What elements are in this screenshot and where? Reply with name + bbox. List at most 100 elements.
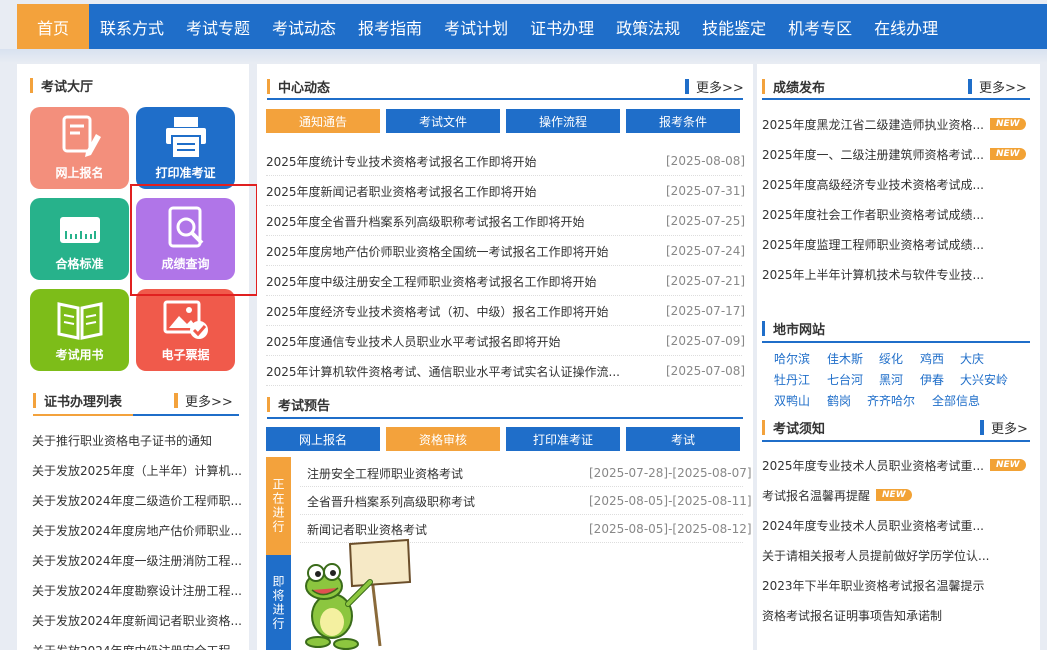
tab-print-ticket[interactable]: 打印准考证 <box>506 427 620 451</box>
cities-title-text: 地市网站 <box>773 322 826 338</box>
city-link[interactable]: 黑河 <box>879 371 903 388</box>
scores-more-link[interactable]: 更多>> <box>968 77 1027 96</box>
tile-print-ticket[interactable]: 打印准考证 <box>136 107 235 189</box>
news-list-item[interactable]: 2025年度全省晋升档案系列高级职称考试报名工作即将开始 <box>266 211 656 231</box>
score-list-item-text: 2025年度高级经济专业技术资格考试成... <box>762 177 984 192</box>
tile-e-invoice[interactable]: 电子票据 <box>136 289 235 371</box>
tile-exam-books[interactable]: 考试用书 <box>30 289 129 371</box>
news-more-link[interactable]: 更多>> <box>685 77 744 96</box>
notice-list-item[interactable]: 2023年下半年职业资格考试报名温馨提示 <box>762 575 1032 595</box>
news-list-item[interactable]: 2025年度通信专业技术人员职业水平考试报名即将开始 <box>266 331 656 351</box>
city-link[interactable]: 哈尔滨 <box>774 350 810 367</box>
row-divider <box>300 486 743 487</box>
city-link[interactable]: 大兴安岭 <box>960 371 1008 388</box>
cert-list-item[interactable]: 关于发放2024年度新闻记者职业资格... <box>32 610 242 630</box>
news-list-item[interactable]: 2025年度房地产估价师职业资格全国统一考试报名工作即将开始 <box>266 241 656 261</box>
nav-news[interactable]: 考试动态 <box>261 4 347 49</box>
preview-date-range: [2025-07-28]-[2025-08-07] <box>589 466 752 480</box>
more-marker <box>685 79 689 94</box>
news-date: [2025-07-24] <box>666 244 746 258</box>
city-link[interactable]: 鸡西 <box>920 350 944 367</box>
nav-cert[interactable]: 证书办理 <box>519 4 605 49</box>
notice-list-item[interactable]: 2025年度专业技术人员职业资格考试重... NEW <box>762 455 1032 475</box>
nav-skill[interactable]: 技能鉴定 <box>691 4 777 49</box>
city-link[interactable]: 伊春 <box>920 371 944 388</box>
notice-underline <box>762 440 1030 442</box>
city-link[interactable]: 大庆 <box>960 350 984 367</box>
tab-notices[interactable]: 通知通告 <box>266 109 380 133</box>
city-link[interactable]: 佳木斯 <box>827 350 863 367</box>
tab-procedures[interactable]: 操作流程 <box>506 109 620 133</box>
notice-list-item-text: 关于请相关报考人员提前做好学历学位认... <box>762 548 990 563</box>
nav-contact[interactable]: 联系方式 <box>89 4 175 49</box>
tab-exam-files[interactable]: 考试文件 <box>386 109 500 133</box>
score-list-item[interactable]: 2025年度黑龙江省二级建造师执业资格... NEW <box>762 114 1032 134</box>
news-date: [2025-07-08] <box>666 364 746 378</box>
tab-exam[interactable]: 考试 <box>626 427 740 451</box>
preview-date-range: [2025-08-05]-[2025-08-11] <box>589 494 752 508</box>
top-nav: 首页 联系方式 考试专题 考试动态 报考指南 考试计划 证书办理 政策法规 技能… <box>17 4 1047 49</box>
score-list-item[interactable]: 2025年上半年计算机技术与软件专业技... <box>762 264 1032 284</box>
more-marker <box>980 420 984 435</box>
cert-list-item[interactable]: 关于发放2024年度二级造价工程师职... <box>32 490 242 510</box>
nav-topics[interactable]: 考试专题 <box>175 4 261 49</box>
notice-more-link[interactable]: 更多> <box>980 418 1028 437</box>
city-link[interactable]: 鹤岗 <box>827 392 851 409</box>
frog-mascot-icon <box>305 538 412 650</box>
score-list-item[interactable]: 2025年度监理工程师职业资格考试成绩... <box>762 234 1032 254</box>
tile-pass-standard[interactable]: 合格标准 <box>30 198 129 280</box>
cert-list-item[interactable]: 关于发放2024年度中级注册安全工程... <box>32 640 242 650</box>
city-link[interactable]: 双鸭山 <box>774 392 810 409</box>
cert-list-item[interactable]: 关于发放2024年度勘察设计注册工程... <box>32 580 242 600</box>
scores-underline <box>762 98 1030 100</box>
nav-home[interactable]: 首页 <box>17 4 89 49</box>
news-title-text: 中心动态 <box>278 80 331 96</box>
news-list-item[interactable]: 2025年度中级注册安全工程师职业资格考试报名工作即将开始 <box>266 271 656 291</box>
news-list-item[interactable]: 2025年度新闻记者职业资格考试报名工作即将开始 <box>266 181 656 201</box>
city-link[interactable]: 绥化 <box>879 350 903 367</box>
city-link[interactable]: 七台河 <box>827 371 863 388</box>
cert-list-item[interactable]: 关于发放2024年度房地产估价师职业... <box>32 520 242 540</box>
score-list-item[interactable]: 2025年度一、二级注册建筑师资格考试... NEW <box>762 144 1032 164</box>
cert-underline <box>33 414 239 416</box>
news-list-item[interactable]: 2025年度统计专业技术资格考试报名工作即将开始 <box>266 151 656 171</box>
preview-list-item[interactable]: 新闻记者职业资格考试 <box>307 519 567 539</box>
city-link[interactable]: 全部信息 <box>932 392 980 409</box>
score-list-item-text: 2025年度黑龙江省二级建造师执业资格... <box>762 117 984 132</box>
notice-list-item[interactable]: 资格考试报名证明事项告知承诺制 <box>762 605 1032 625</box>
more-text: 更多>> <box>696 81 744 96</box>
nav-online[interactable]: 在线办理 <box>863 4 949 49</box>
nav-policy[interactable]: 政策法规 <box>605 4 691 49</box>
preview-date-range: [2025-08-05]-[2025-08-12] <box>589 522 752 536</box>
tile-label: 合格标准 <box>55 257 104 271</box>
more-text: 更多>> <box>979 81 1027 96</box>
tab-requirements[interactable]: 报考条件 <box>626 109 740 133</box>
cert-list-item[interactable]: 关于发放2024年度一级注册消防工程... <box>32 550 242 570</box>
notice-title-text: 考试须知 <box>773 421 826 437</box>
tile-online-register[interactable]: 网上报名 <box>30 107 129 189</box>
news-list-item[interactable]: 2025年度经济专业技术资格考试（初、中级）报名工作即将开始 <box>266 301 656 321</box>
nav-computer-exam[interactable]: 机考专区 <box>777 4 863 49</box>
nav-plan[interactable]: 考试计划 <box>433 4 519 49</box>
cert-list-item[interactable]: 关于推行职业资格电子证书的通知 <box>32 430 242 450</box>
preview-list-item[interactable]: 注册安全工程师职业资格考试 <box>307 463 567 483</box>
city-link[interactable]: 齐齐哈尔 <box>867 392 915 409</box>
nav-guide[interactable]: 报考指南 <box>347 4 433 49</box>
notice-list-item[interactable]: 关于请相关报考人员提前做好学历学位认... <box>762 545 1032 565</box>
city-link[interactable]: 牡丹江 <box>774 371 810 388</box>
printer-icon <box>165 117 206 159</box>
tab-online-register[interactable]: 网上报名 <box>266 427 380 451</box>
form-pen-icon <box>62 115 101 157</box>
score-list-item[interactable]: 2025年度社会工作者职业资格考试成绩... <box>762 204 1032 224</box>
score-list-item[interactable]: 2025年度高级经济专业技术资格考试成... <box>762 174 1032 194</box>
cert-list-item[interactable]: 关于发放2025年度（上半年）计算机... <box>32 460 242 480</box>
news-list-item[interactable]: 2025年计算机软件资格考试、通信职业水平考试实名认证操作流... <box>266 361 656 381</box>
notice-list-item[interactable]: 考试报名温馨再提醒 NEW <box>762 485 1032 505</box>
notice-list-item[interactable]: 2024年度专业技术人员职业资格考试重... <box>762 515 1032 535</box>
cert-more-link[interactable]: 更多>> <box>174 391 233 410</box>
tab-qualification-review[interactable]: 资格审核 <box>386 427 500 451</box>
row-divider <box>266 265 742 266</box>
row-divider <box>300 514 743 515</box>
cert-title-text: 证书办理列表 <box>44 394 123 410</box>
preview-list-item[interactable]: 全省晋升档案系列高级职称考试 <box>307 491 567 511</box>
